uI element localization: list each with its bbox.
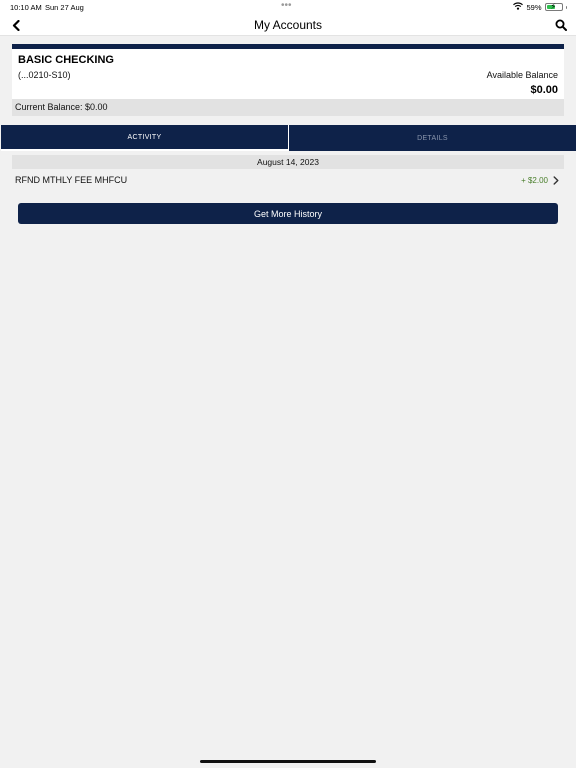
status-time: 10:10 AM (10, 3, 42, 12)
account-number: (...0210-S10) (18, 70, 71, 80)
transaction-description: RFND MTHLY FEE MHFCU (15, 175, 128, 185)
card-accent-bar (12, 44, 564, 49)
search-button[interactable] (553, 17, 569, 33)
battery-percent: 59% (526, 2, 542, 12)
available-balance-label: Available Balance (486, 70, 558, 80)
available-balance-value: $0.00 (530, 84, 558, 96)
status-indicators: 59% ⚡ (513, 2, 567, 12)
current-balance: Current Balance: $0.00 (12, 99, 564, 116)
chevron-right-icon (552, 175, 560, 185)
transaction-row[interactable]: RFND MTHLY FEE MHFCU + $2.00 (12, 172, 564, 189)
tab-details[interactable]: DETAILS (289, 125, 576, 151)
status-bar: 10:10 AM Sun 27 Aug ••• 59% ⚡ (0, 0, 576, 14)
account-name: BASIC CHECKING (18, 54, 114, 66)
get-more-history-button[interactable]: Get More History (18, 203, 558, 224)
transaction-amount: + $2.00 (521, 176, 548, 185)
home-indicator[interactable] (200, 760, 376, 763)
page-title: My Accounts (253, 18, 323, 32)
search-icon (555, 19, 567, 31)
date-header: August 14, 2023 (12, 155, 564, 169)
screen: 10:10 AM Sun 27 Aug ••• 59% ⚡ My Account… (0, 0, 576, 768)
battery-tip (565, 5, 567, 9)
nav-bar: My Accounts (0, 14, 576, 36)
multitasking-dots[interactable]: ••• (281, 0, 292, 11)
account-tabs: ACTIVITY DETAILS (1, 125, 576, 151)
battery-charging-icon: ⚡ (544, 2, 563, 11)
status-date: Sun 27 Aug (45, 3, 84, 12)
tab-activity[interactable]: ACTIVITY (1, 125, 289, 151)
wifi-icon (513, 2, 524, 12)
account-card[interactable]: BASIC CHECKING (...0210-S10) Available B… (12, 44, 564, 116)
